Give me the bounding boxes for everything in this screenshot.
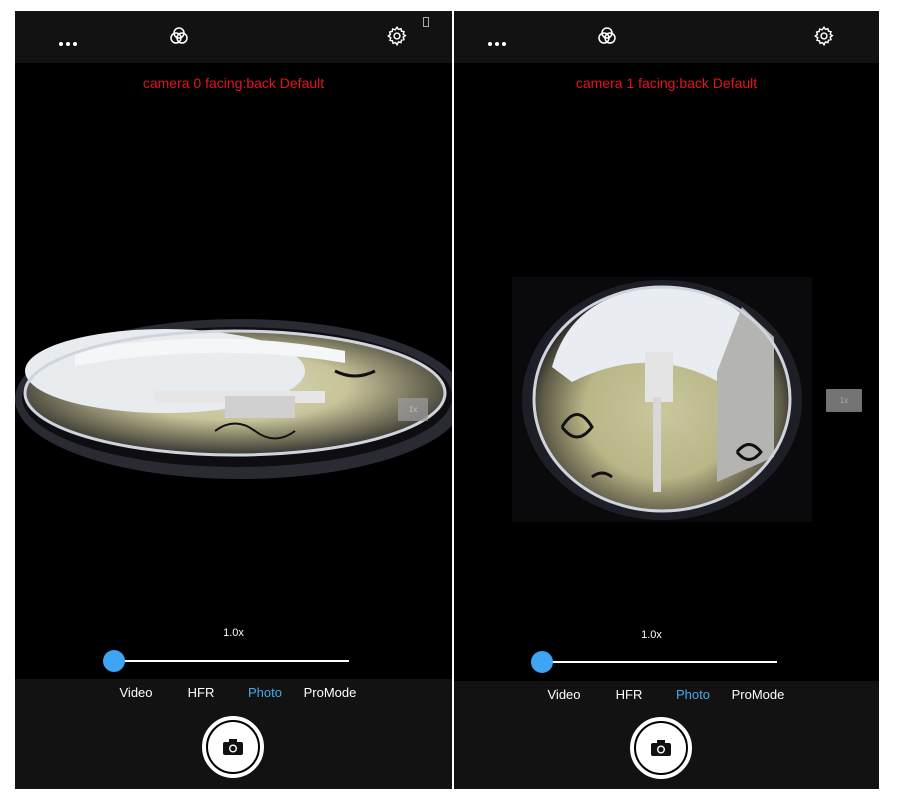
zoom-value: 1.0x — [223, 627, 244, 639]
filter-icon[interactable] — [594, 23, 620, 49]
zoom-slider-track[interactable] — [542, 661, 777, 663]
camera-screen-1: camera 1 facing:back Default 1x 1.0x Vid… — [454, 11, 879, 789]
more-icon[interactable] — [59, 33, 80, 49]
battery-icon — [423, 17, 429, 27]
settings-icon[interactable] — [384, 23, 410, 49]
top-bar — [15, 11, 452, 63]
camera-label: camera 0 facing:back Default — [142, 75, 325, 91]
settings-icon[interactable] — [811, 23, 837, 49]
mode-photo[interactable]: Photo — [248, 685, 282, 700]
zoom-slider-track[interactable] — [115, 660, 349, 662]
mode-selector: Video HFR Photo ProMode — [15, 685, 452, 705]
filter-icon[interactable] — [166, 23, 192, 49]
top-bar — [454, 11, 879, 63]
camera-icon — [223, 739, 243, 755]
mode-promode[interactable]: ProMode — [732, 687, 785, 702]
shutter-button[interactable] — [202, 716, 264, 778]
zoom-value: 1.0x — [641, 629, 662, 641]
bottom-bar: Video HFR Photo ProMode — [15, 679, 452, 789]
camera-preview: 1x — [15, 311, 452, 491]
zoom-slider-knob[interactable] — [103, 650, 125, 672]
bottom-bar: Video HFR Photo ProMode — [454, 681, 879, 789]
zoom-pill[interactable]: 1x — [398, 398, 428, 421]
zoom-slider-knob[interactable] — [531, 651, 553, 673]
mode-video[interactable]: Video — [119, 685, 152, 700]
mode-video[interactable]: Video — [547, 687, 580, 702]
camera-icon — [651, 740, 671, 756]
mode-selector: Video HFR Photo ProMode — [454, 687, 879, 707]
camera-label: camera 1 facing:back Default — [575, 75, 758, 91]
camera-preview — [512, 277, 812, 522]
mode-hfr[interactable]: HFR — [616, 687, 643, 702]
camera-screen-0: camera 0 facing:back Default 1x 1.0x Vid… — [15, 11, 452, 789]
shutter-button[interactable] — [630, 717, 692, 779]
more-icon[interactable] — [488, 33, 509, 49]
mode-hfr[interactable]: HFR — [188, 685, 215, 700]
mode-promode[interactable]: ProMode — [304, 685, 357, 700]
zoom-pill[interactable]: 1x — [826, 389, 862, 412]
mode-photo[interactable]: Photo — [676, 687, 710, 702]
